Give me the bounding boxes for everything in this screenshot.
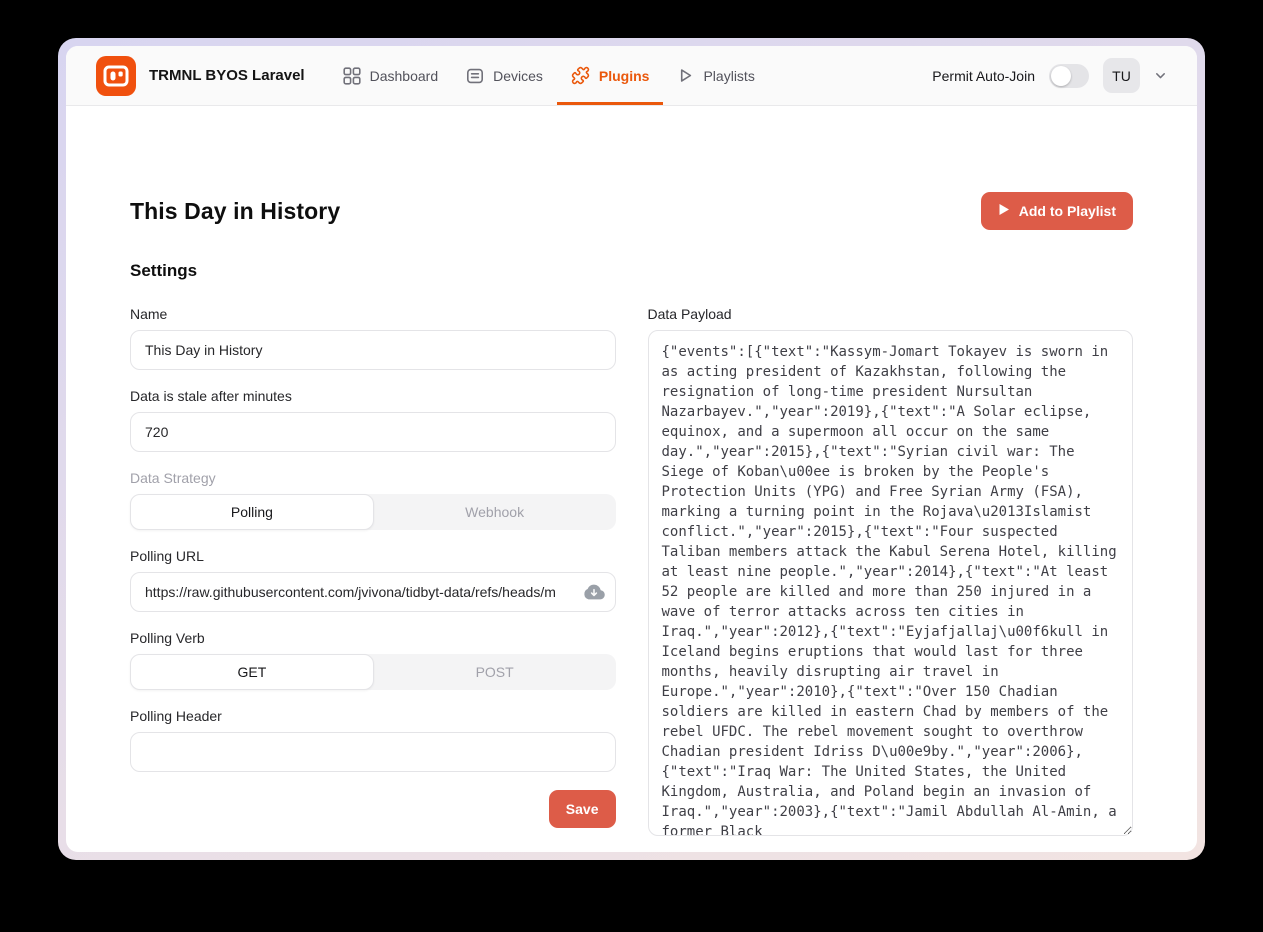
save-button[interactable]: Save xyxy=(549,790,616,828)
data-payload-field: Data Payload {"events":[{"text":"Kassym-… xyxy=(648,306,1134,836)
polling-verb-label: Polling Verb xyxy=(130,630,616,646)
polling-header-label: Polling Header xyxy=(130,708,616,724)
data-strategy-option-webhook[interactable]: Webhook xyxy=(374,494,616,530)
polling-url-label: Polling URL xyxy=(130,548,616,564)
polling-verb-field: Polling Verb GET POST xyxy=(130,630,616,690)
tab-label: Plugins xyxy=(599,68,650,84)
add-to-playlist-label: Add to Playlist xyxy=(1019,203,1116,219)
stale-label: Data is stale after minutes xyxy=(130,388,616,404)
settings-right-column: Data Payload {"events":[{"text":"Kassym-… xyxy=(648,306,1134,852)
permit-auto-join-label: Permit Auto-Join xyxy=(932,68,1035,84)
page-head: This Day in History Add to Playlist xyxy=(130,192,1133,230)
data-strategy-option-polling[interactable]: Polling xyxy=(130,494,374,530)
toggle-knob xyxy=(1051,66,1071,86)
data-payload-textarea[interactable]: {"events":[{"text":"Kassym-Jomart Tokaye… xyxy=(648,330,1134,836)
top-navigation-bar: TRMNL BYOS Laravel Dashboard xyxy=(66,46,1197,106)
save-row: Save xyxy=(130,790,616,828)
tab-plugins[interactable]: Plugins xyxy=(557,46,664,105)
polling-url-input[interactable] xyxy=(130,572,616,612)
polling-verb-option-get[interactable]: GET xyxy=(130,654,374,690)
app-window: TRMNL BYOS Laravel Dashboard xyxy=(66,46,1197,852)
tab-label: Playlists xyxy=(703,68,754,84)
grid-icon xyxy=(343,67,361,85)
trmnl-logo-icon xyxy=(96,56,136,96)
data-payload-label: Data Payload xyxy=(648,306,1134,322)
polling-header-input[interactable] xyxy=(130,732,616,772)
polling-verb-segmented-control: GET POST xyxy=(130,654,616,690)
stale-field: Data is stale after minutes xyxy=(130,388,616,452)
brand-title: TRMNL BYOS Laravel xyxy=(149,67,305,84)
settings-form: Name Data is stale after minutes Data St… xyxy=(130,306,1133,852)
cloud-download-icon[interactable] xyxy=(583,581,605,603)
chevron-down-icon[interactable] xyxy=(1154,69,1167,82)
permit-auto-join-toggle[interactable] xyxy=(1049,64,1089,88)
puzzle-icon xyxy=(571,66,590,85)
play-icon xyxy=(998,203,1010,219)
main-nav: Dashboard Devices xyxy=(329,46,769,105)
window-frame: TRMNL BYOS Laravel Dashboard xyxy=(58,38,1205,860)
name-field: Name xyxy=(130,306,616,370)
brand-home-link[interactable]: TRMNL BYOS Laravel xyxy=(96,46,305,105)
polling-url-field: Polling URL xyxy=(130,548,616,612)
user-avatar[interactable]: TU xyxy=(1103,58,1140,93)
topbar-right: Permit Auto-Join TU xyxy=(932,46,1167,105)
polling-header-field: Polling Header xyxy=(130,708,616,772)
data-strategy-segmented-control: Polling Webhook xyxy=(130,494,616,530)
tab-dashboard[interactable]: Dashboard xyxy=(329,46,453,105)
devices-icon xyxy=(466,67,484,85)
name-input[interactable] xyxy=(130,330,616,370)
polling-verb-option-post[interactable]: POST xyxy=(374,654,616,690)
page-title: This Day in History xyxy=(130,198,340,225)
tab-devices[interactable]: Devices xyxy=(452,46,557,105)
play-icon xyxy=(677,67,694,84)
add-to-playlist-button[interactable]: Add to Playlist xyxy=(981,192,1133,230)
tab-playlists[interactable]: Playlists xyxy=(663,46,768,105)
data-strategy-label: Data Strategy xyxy=(130,470,616,486)
data-strategy-field: Data Strategy Polling Webhook xyxy=(130,470,616,530)
stale-minutes-input[interactable] xyxy=(130,412,616,452)
settings-heading: Settings xyxy=(130,261,1133,281)
name-label: Name xyxy=(130,306,616,322)
tab-label: Dashboard xyxy=(370,68,439,84)
plugin-settings-page: This Day in History Add to Playlist Sett… xyxy=(66,106,1197,852)
settings-left-column: Name Data is stale after minutes Data St… xyxy=(130,306,616,828)
tab-label: Devices xyxy=(493,68,543,84)
